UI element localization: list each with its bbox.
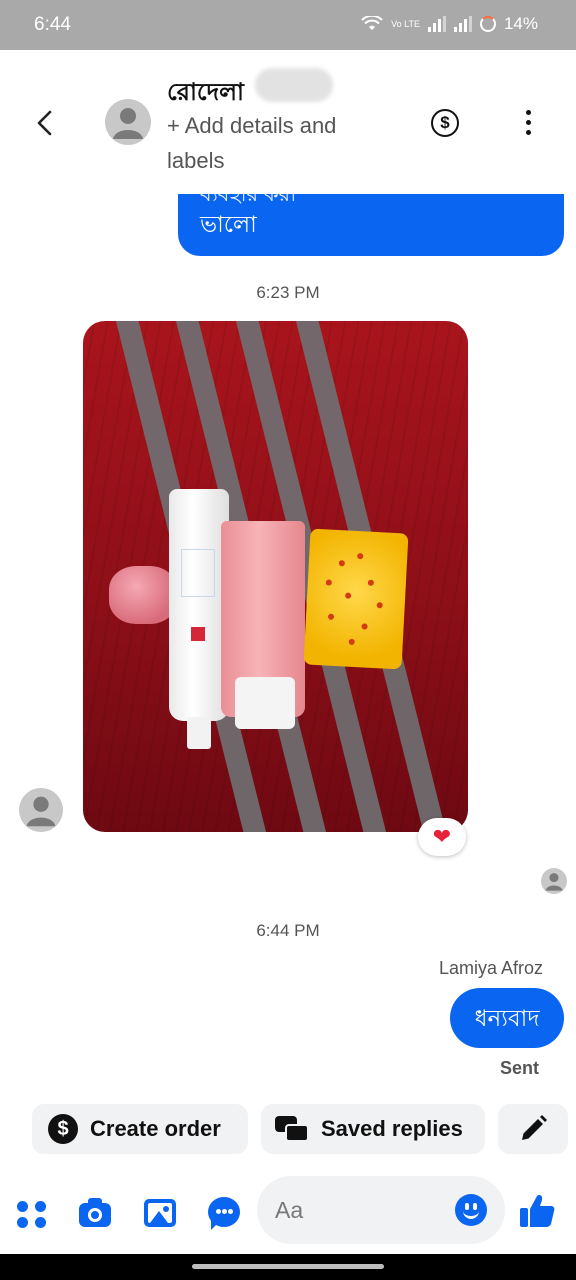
pencil-icon	[522, 1115, 547, 1140]
sent-status: Sent	[499, 1058, 539, 1078]
camera-icon[interactable]	[78, 1196, 112, 1230]
sender-name: Lamiya Afroz	[438, 958, 543, 978]
emoji-icon[interactable]	[455, 1194, 487, 1226]
menu-grid-icon[interactable]	[15, 1196, 49, 1230]
heart-reaction[interactable]: ❤	[418, 818, 466, 856]
status-time: 6:44	[34, 14, 71, 35]
product-soap	[303, 528, 409, 670]
dollar-icon: $	[48, 1114, 78, 1144]
message-bubble-outgoing[interactable]: ব্যবহার করা ভালো	[178, 194, 564, 256]
saved-replies-button[interactable]: Saved replies	[261, 1104, 485, 1154]
thumbs-up-icon[interactable]	[518, 1192, 556, 1230]
signal-icon-2	[453, 16, 472, 32]
wifi-icon	[361, 16, 383, 30]
person-icon	[545, 873, 563, 891]
system-navigation-bar	[0, 1254, 576, 1280]
messenger-chat-screen: 6:44 Vo LTE 14% রোদেলা + Add details and…	[0, 0, 576, 1280]
battery-level: 14%	[503, 14, 538, 33]
battery-icon	[479, 16, 496, 32]
create-order-label: Create order	[90, 1116, 221, 1141]
dollar-icon[interactable]: $	[431, 109, 459, 137]
more-options-icon[interactable]	[523, 110, 533, 136]
product-tube-pink	[221, 521, 305, 729]
chat-bubble-icon[interactable]	[207, 1196, 241, 1230]
gallery-icon[interactable]	[143, 1196, 177, 1230]
message-composer	[0, 1176, 576, 1250]
contact-avatar[interactable]	[105, 99, 151, 145]
timestamp-separator: 6:44 PM	[256, 921, 320, 940]
edit-button[interactable]	[498, 1104, 568, 1154]
message-bubble-sent[interactable]: ধন্যবাদ	[450, 988, 564, 1048]
incoming-photo[interactable]	[83, 321, 468, 832]
signal-icon	[427, 16, 446, 32]
message-text: ভালো	[200, 211, 257, 237]
status-bar: 6:44 Vo LTE 14%	[0, 0, 576, 50]
status-icons: Vo LTE 14%	[361, 14, 538, 34]
saved-replies-icon	[275, 1114, 311, 1144]
person-icon	[113, 108, 143, 139]
add-details-link[interactable]: + Add details and labels	[167, 108, 387, 178]
home-gesture-handle[interactable]	[192, 1264, 384, 1269]
volte-icon: Vo LTE	[391, 19, 420, 29]
seen-avatar	[541, 868, 567, 894]
redacted-name-blur	[255, 68, 333, 102]
timestamp-separator: 6:23 PM	[256, 283, 320, 302]
product-jar	[109, 566, 177, 624]
create-order-button[interactable]: $ Create order	[32, 1104, 248, 1154]
sender-avatar[interactable]	[19, 788, 63, 832]
saved-replies-label: Saved replies	[321, 1116, 463, 1141]
chat-header: রোদেলা + Add details and labels $	[0, 50, 576, 178]
person-icon	[26, 796, 56, 827]
product-tube-white	[169, 489, 229, 749]
back-arrow-icon[interactable]	[30, 108, 60, 138]
